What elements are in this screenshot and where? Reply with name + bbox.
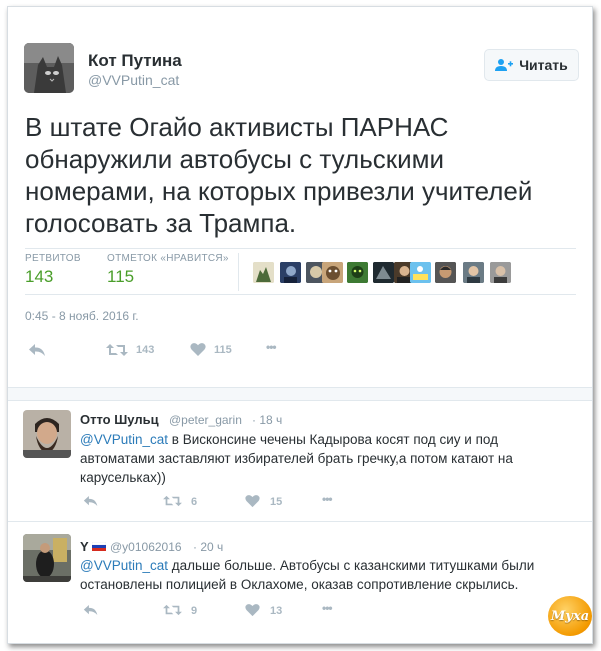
reply-author-handle[interactable]: @y01062016 xyxy=(110,540,182,554)
liker-avatar[interactable] xyxy=(280,262,301,283)
liker-avatar[interactable] xyxy=(463,262,484,283)
stat-separator xyxy=(238,253,239,291)
liker-avatar[interactable] xyxy=(322,262,343,283)
reply-icon[interactable] xyxy=(28,343,47,357)
more-icon[interactable]: ••• xyxy=(322,492,333,506)
heart-icon[interactable] xyxy=(190,342,206,357)
retweet-count: 6 xyxy=(191,496,198,508)
author-handle[interactable]: @VVPutin_cat xyxy=(88,72,179,88)
reply-mention[interactable]: @VVPutin_cat xyxy=(80,558,168,573)
reply-avatar[interactable] xyxy=(23,410,71,458)
reply-mention[interactable]: @VVPutin_cat xyxy=(80,432,168,447)
retweet-count: 143 xyxy=(136,344,155,356)
reply-text: @VVPutin_cat дальше больше. Автобусы с к… xyxy=(80,556,570,594)
reply-icon[interactable] xyxy=(83,604,99,616)
follow-label: Читать xyxy=(519,57,568,73)
more-icon[interactable]: ••• xyxy=(266,340,277,354)
reply-text: @VVPutin_cat в Висконсине чечены Кадыров… xyxy=(80,430,570,487)
retweet-count: 9 xyxy=(191,605,198,617)
author-avatar[interactable] xyxy=(24,43,74,93)
russian-flag-icon xyxy=(92,542,106,551)
reply-author-name[interactable]: Отто Шульц xyxy=(80,412,159,427)
likes-count[interactable]: 115 xyxy=(107,267,134,287)
retweets-label[interactable]: РЕТВИТОВ xyxy=(25,253,81,264)
divider xyxy=(8,521,592,522)
follow-person-icon xyxy=(495,59,514,71)
liker-avatar[interactable] xyxy=(410,262,431,283)
heart-icon[interactable] xyxy=(245,603,260,617)
heart-icon[interactable] xyxy=(245,494,260,508)
reply-icon[interactable] xyxy=(83,495,99,507)
liker-avatar[interactable] xyxy=(347,262,368,283)
reply-time[interactable]: · 18 ч xyxy=(252,413,282,427)
more-icon[interactable]: ••• xyxy=(322,601,333,615)
tweet-card: Кот Путина @VVPutin_cat Читать В штате О… xyxy=(7,6,593,644)
tweet-text: В штате Огайо активисты ПАРНАС обнаружил… xyxy=(25,112,533,238)
like-count: 13 xyxy=(270,605,283,617)
liker-avatar[interactable] xyxy=(435,262,456,283)
divider xyxy=(25,248,576,249)
retweet-icon[interactable] xyxy=(163,495,182,507)
watermark-text: Муха xyxy=(550,608,590,624)
tweet-timestamp[interactable]: 0:45 - 8 нояб. 2016 г. xyxy=(25,309,139,323)
reply-author-handle[interactable]: @peter_garin xyxy=(169,413,242,427)
author-name[interactable]: Кот Путина xyxy=(88,51,182,71)
reply-section-divider xyxy=(8,387,592,401)
like-count: 15 xyxy=(270,496,283,508)
follow-button[interactable]: Читать xyxy=(484,49,579,81)
divider xyxy=(25,294,576,295)
liker-avatar[interactable] xyxy=(373,262,394,283)
retweet-icon[interactable] xyxy=(106,343,128,357)
retweet-icon[interactable] xyxy=(163,604,182,616)
reply-author-name[interactable]: Y xyxy=(80,539,89,554)
like-count: 115 xyxy=(214,344,232,356)
reply-time[interactable]: · 20 ч xyxy=(193,540,223,554)
likes-label[interactable]: ОТМЕТОК «НРАВИТСЯ» xyxy=(107,253,229,264)
liker-avatar[interactable] xyxy=(253,262,274,283)
liker-avatar[interactable] xyxy=(490,262,511,283)
reply-avatar[interactable] xyxy=(23,534,71,582)
retweets-count[interactable]: 143 xyxy=(25,267,53,287)
watermark-logo: Муха xyxy=(548,596,592,636)
